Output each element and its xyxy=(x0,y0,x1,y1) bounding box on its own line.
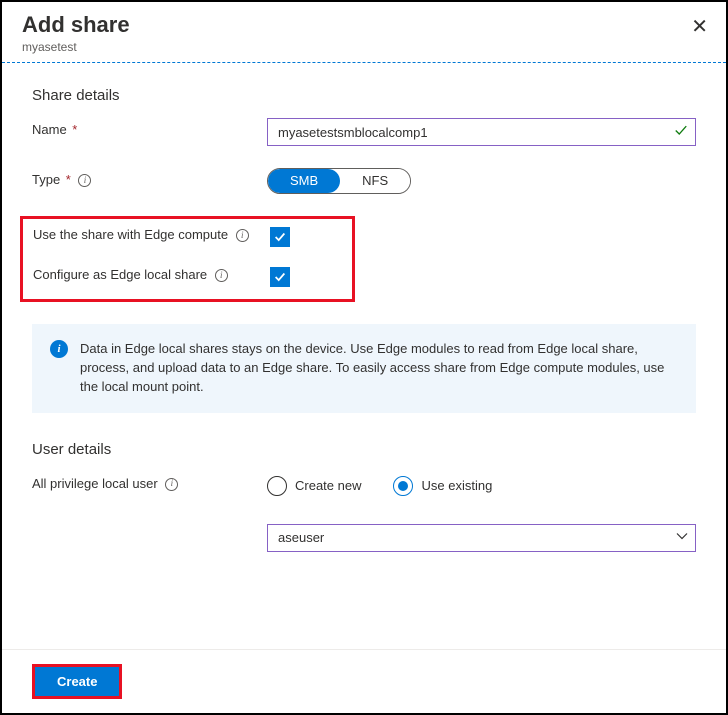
label-all-priv-user: All privilege local user i xyxy=(32,472,267,493)
user-mode-radio-group: Create new Use existing xyxy=(267,476,696,496)
panel-body: Share details Name * Type * i SMB NFS Us… xyxy=(2,63,726,566)
label-name: Name * xyxy=(32,118,267,139)
info-banner: i Data in Edge local shares stays on the… xyxy=(32,324,696,413)
row-configure-edge-local: Configure as Edge local share i xyxy=(33,267,344,287)
panel-title: Add share xyxy=(22,12,706,38)
info-icon[interactable]: i xyxy=(165,478,178,491)
row-name: Name * xyxy=(32,118,696,146)
create-button[interactable]: Create xyxy=(35,667,119,696)
row-type: Type * i SMB NFS xyxy=(32,168,696,194)
panel-header: Add share myasetest ✕ xyxy=(2,2,726,62)
user-dropdown[interactable]: aseuser xyxy=(267,524,696,552)
label-type: Type * i xyxy=(32,168,267,189)
chevron-down-icon xyxy=(676,530,688,545)
create-button-highlight: Create xyxy=(32,664,122,699)
info-badge-icon: i xyxy=(50,340,68,358)
row-all-priv-user: All privilege local user i Create new Us… xyxy=(32,472,696,552)
radio-use-existing[interactable]: Use existing xyxy=(393,476,492,496)
radio-label-use-existing: Use existing xyxy=(421,478,492,493)
panel-subtitle: myasetest xyxy=(22,40,706,54)
type-option-smb[interactable]: SMB xyxy=(268,169,340,193)
panel-footer: Create xyxy=(2,649,726,713)
type-toggle: SMB NFS xyxy=(267,168,411,194)
checkbox-use-edge-compute[interactable] xyxy=(270,227,290,247)
row-use-edge-compute: Use the share with Edge compute i xyxy=(33,227,344,247)
section-user-details: User details xyxy=(32,441,696,458)
radio-label-create-new: Create new xyxy=(295,478,361,493)
check-icon xyxy=(674,124,688,141)
info-banner-text: Data in Edge local shares stays on the d… xyxy=(80,340,678,397)
required-mark: * xyxy=(69,122,78,137)
info-icon[interactable]: i xyxy=(236,229,249,242)
section-share-details: Share details xyxy=(32,87,696,104)
label-use-edge-compute: Use the share with Edge compute i xyxy=(33,227,270,244)
edge-options-highlight: Use the share with Edge compute i Config… xyxy=(20,216,355,302)
type-option-nfs[interactable]: NFS xyxy=(340,169,410,193)
info-icon[interactable]: i xyxy=(78,174,91,187)
checkbox-configure-edge-local[interactable] xyxy=(270,267,290,287)
label-configure-edge-local: Configure as Edge local share i xyxy=(33,267,270,284)
name-input[interactable] xyxy=(267,118,696,146)
info-icon[interactable]: i xyxy=(215,269,228,282)
radio-create-new[interactable]: Create new xyxy=(267,476,361,496)
user-dropdown-value: aseuser xyxy=(267,524,696,552)
close-icon[interactable]: ✕ xyxy=(691,14,708,39)
required-mark: * xyxy=(62,172,71,187)
